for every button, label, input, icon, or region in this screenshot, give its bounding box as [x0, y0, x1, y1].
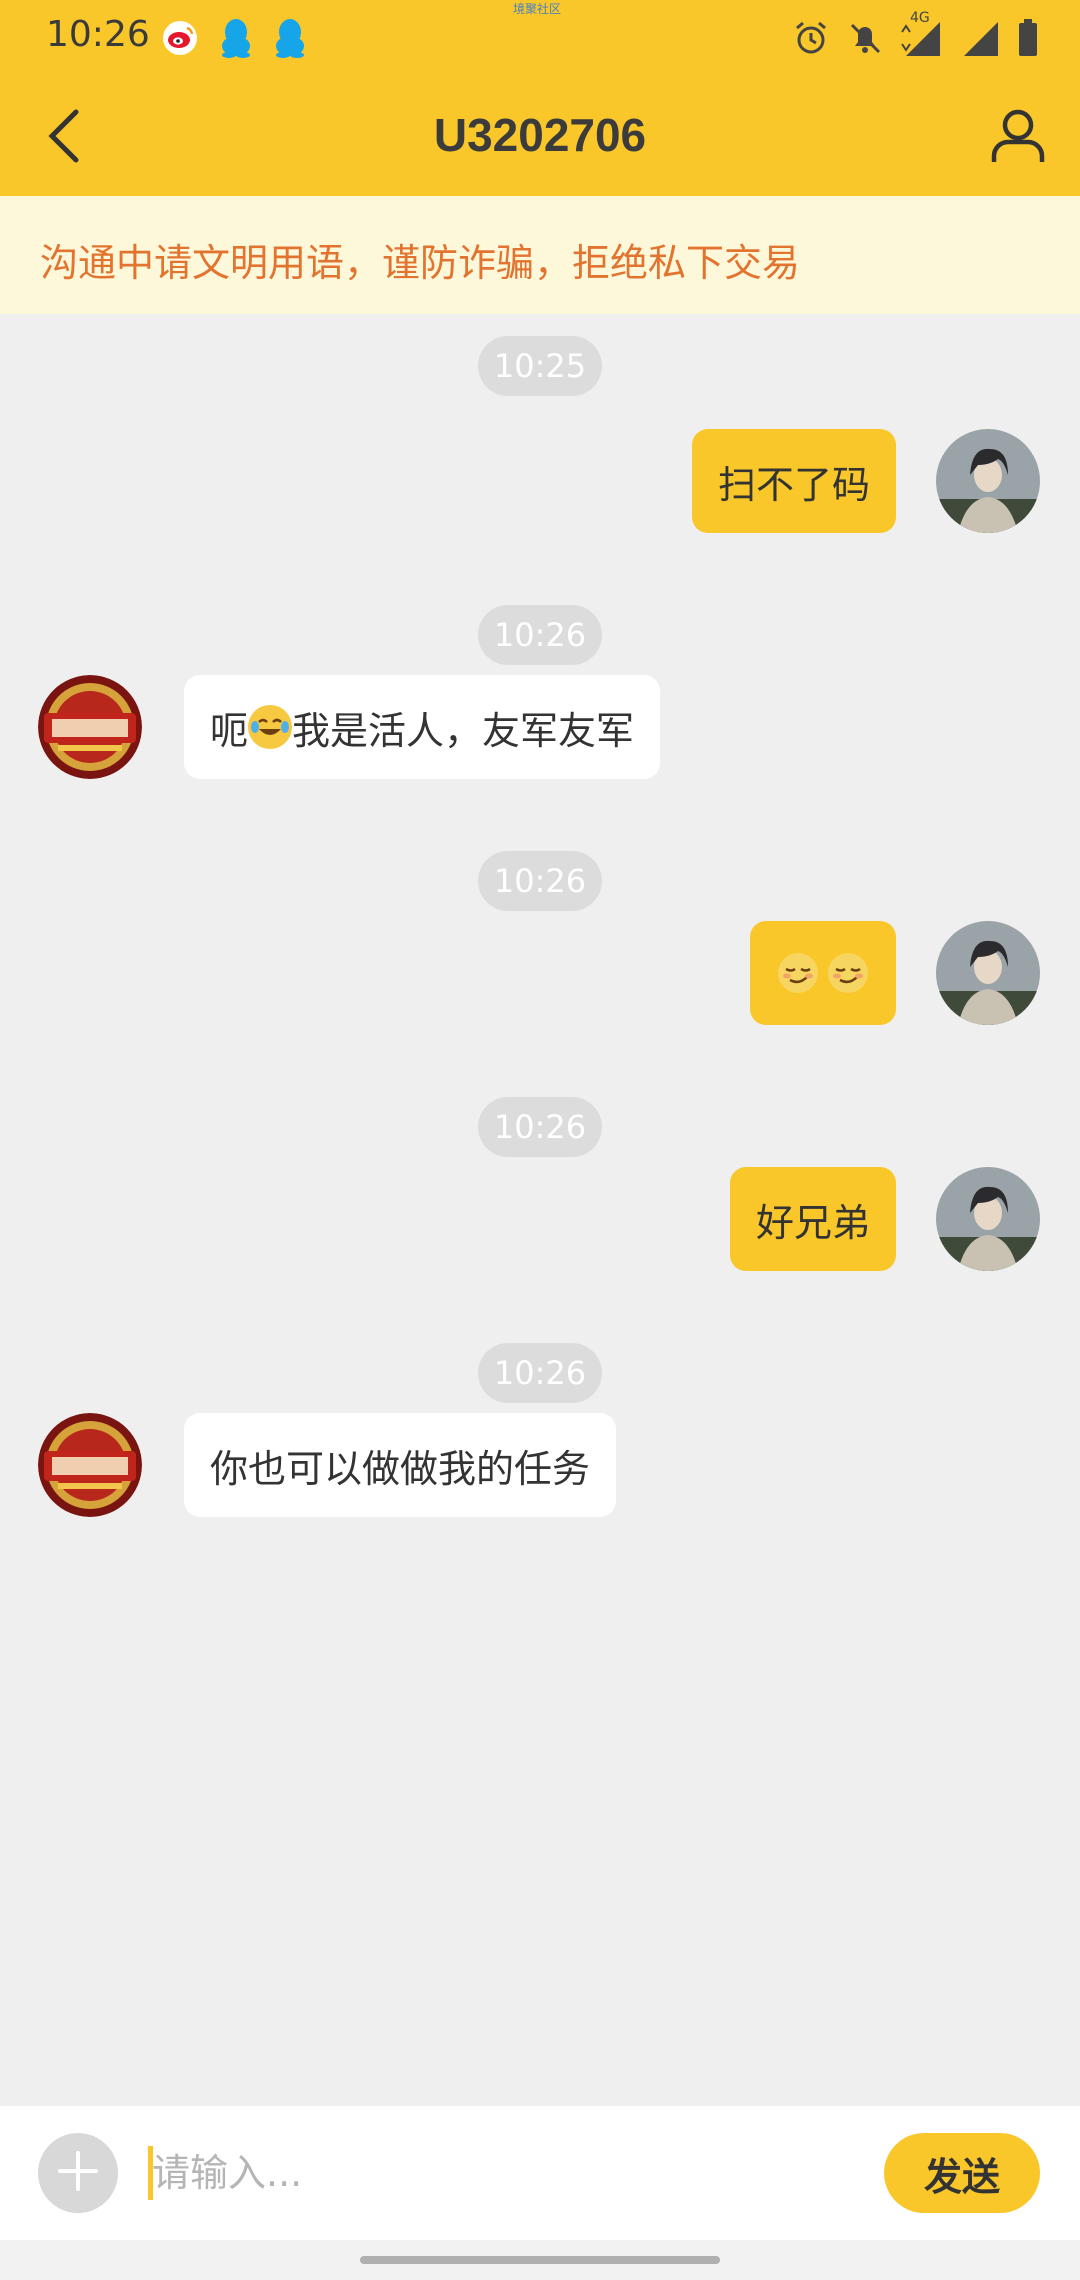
message-text: 你也可以做做我的任务: [210, 1446, 591, 1491]
my-avatar[interactable]: [936, 1167, 1040, 1271]
notice-text: 沟通中请文明用语，谨防诈骗，拒绝私下交易: [40, 241, 801, 285]
message-text: 呃: [210, 708, 249, 753]
message-bubble-in[interactable]: 呃 我是活人，友军友军: [184, 675, 661, 779]
message-bubble-out[interactable]: 扫不了码: [691, 429, 896, 533]
contact-avatar[interactable]: [38, 1413, 142, 1517]
timestamp: 10:26: [478, 851, 602, 911]
weibo-icon: [160, 18, 200, 62]
message-input[interactable]: [150, 2128, 850, 2218]
message-composer: 发送: [0, 2106, 1080, 2240]
laughing-tears-emoji: [248, 705, 293, 749]
safety-notice: 沟通中请文明用语，谨防诈骗，拒绝私下交易: [0, 196, 1080, 314]
profile-button[interactable]: [984, 104, 1052, 172]
contact-avatar[interactable]: [38, 675, 142, 779]
battery-icon: [1016, 18, 1040, 62]
timestamp: 10:26: [478, 1097, 602, 1157]
signal-4g-icon: 4G: [900, 10, 944, 62]
home-indicator[interactable]: [360, 2256, 720, 2264]
app-badge: 境聚社区: [513, 2, 562, 16]
qq-icon: [218, 17, 254, 63]
add-attachment-button[interactable]: [38, 2133, 118, 2213]
smirk-emoji: [776, 951, 820, 995]
status-time: 10:26: [46, 14, 150, 55]
bell-muted-icon: [846, 19, 884, 61]
system-icons: 4G: [792, 10, 1040, 62]
timestamp: 10:25: [478, 336, 602, 396]
my-avatar[interactable]: [936, 921, 1040, 1025]
timestamp: 10:26: [478, 1343, 602, 1403]
my-avatar[interactable]: [936, 429, 1040, 533]
message-bubble-out[interactable]: [750, 921, 896, 1025]
network-label: 4G: [910, 10, 930, 26]
page-title: U3202706: [433, 109, 647, 161]
alarm-icon: [792, 19, 830, 61]
user-icon: [989, 107, 1047, 169]
message-text: 扫不了码: [717, 462, 870, 507]
signal-icon: [960, 18, 1000, 62]
send-button[interactable]: 发送: [884, 2133, 1040, 2213]
notification-icons: [160, 18, 308, 62]
message-text: 好兄弟: [755, 1200, 870, 1245]
chat-messages[interactable]: 10:25 扫不了码 10:26 呃 我是活人，友军友军 10:26 10:26…: [0, 314, 1080, 2106]
status-bar: 10:26 境聚社区 4G: [0, 0, 1080, 80]
message-text: 我是活人，友军友军: [292, 708, 635, 753]
gesture-nav-bar: [0, 2240, 1080, 2280]
qq-icon: [272, 17, 308, 63]
chat-header: U3202706: [0, 80, 1080, 196]
message-bubble-in[interactable]: 你也可以做做我的任务: [184, 1413, 617, 1517]
smirk-emoji: [826, 951, 870, 995]
timestamp: 10:26: [478, 605, 602, 665]
plus-icon: [56, 2149, 100, 2197]
message-bubble-out[interactable]: 好兄弟: [729, 1167, 896, 1271]
